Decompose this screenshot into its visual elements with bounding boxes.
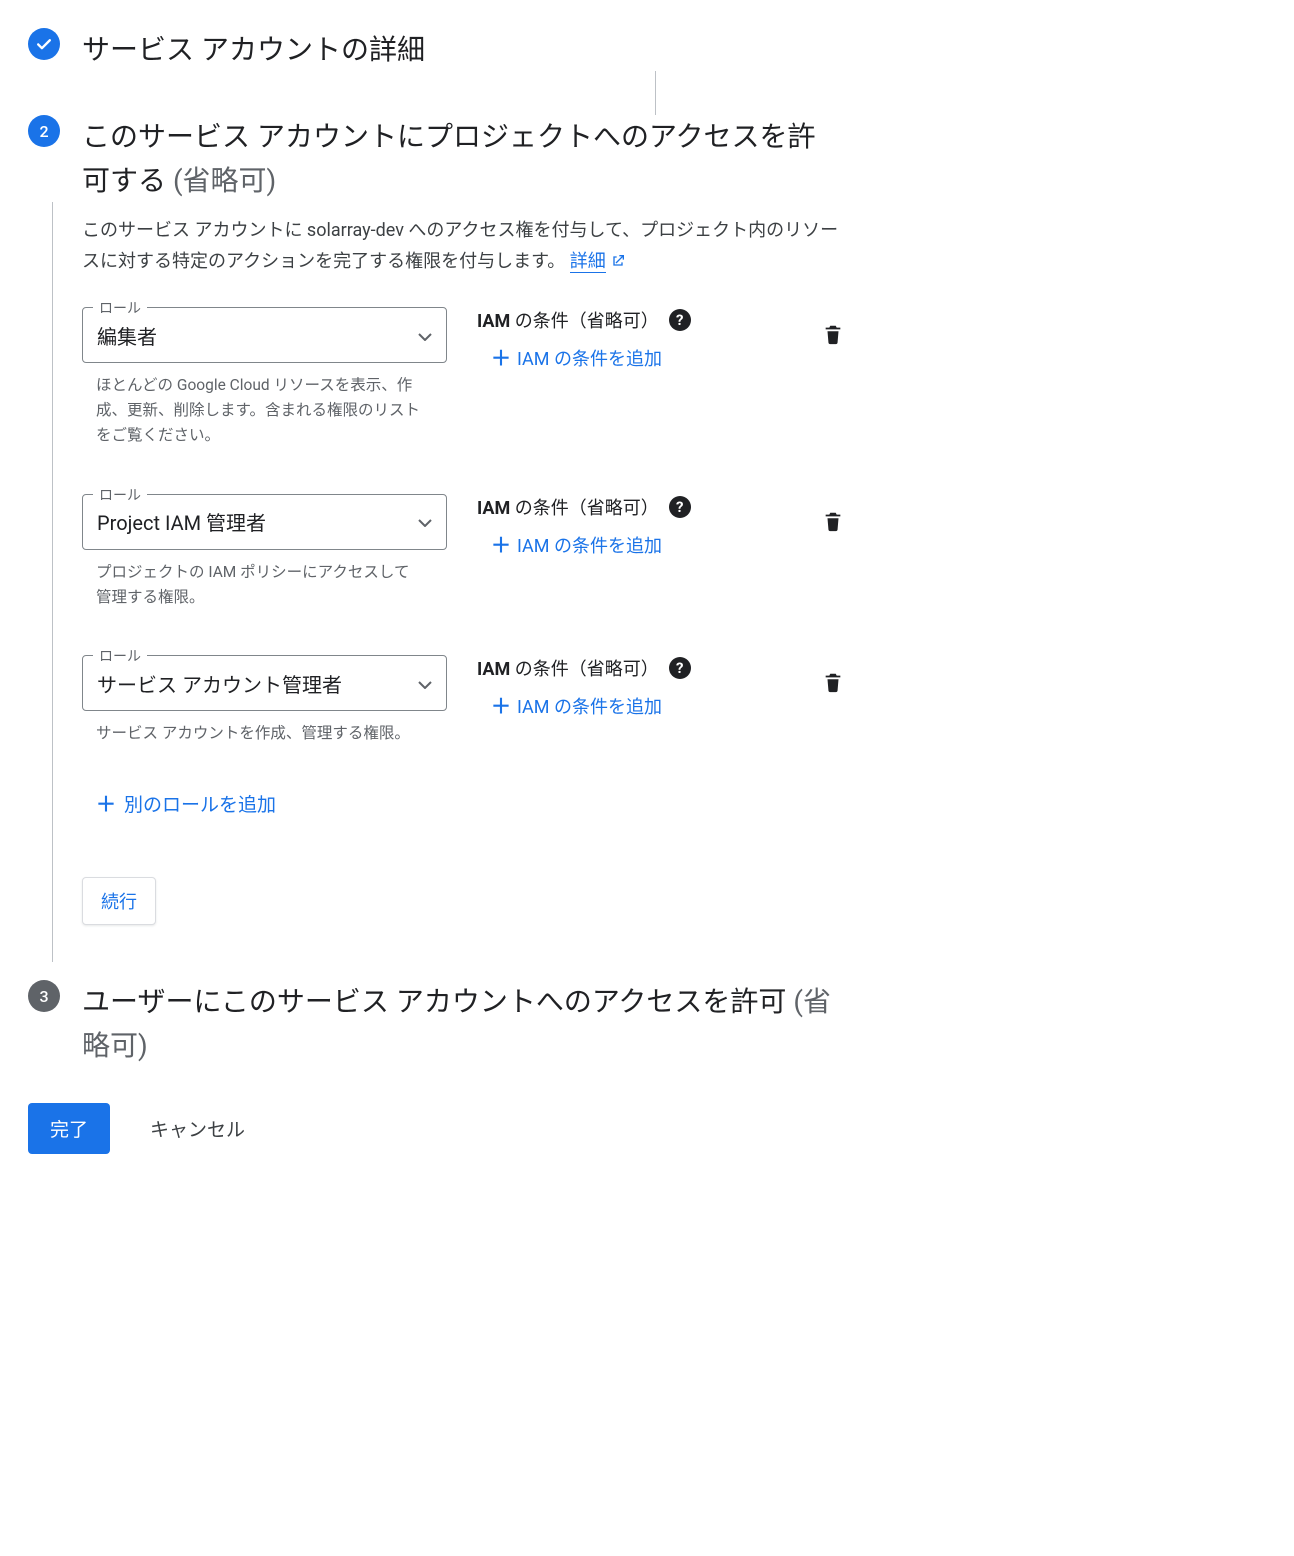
chevron-down-icon [418,326,432,345]
continue-button[interactable]: 続行 [82,877,156,925]
delete-role-icon[interactable] [822,519,844,538]
plus-icon: ＋ [491,696,511,716]
role-select-label: ロール [93,485,147,505]
role-helper-text: プロジェクトの IAM ポリシーにアクセスして管理する権限。 [82,550,427,610]
step3-title: ユーザーにこのサービス アカウントへのアクセスを許可 (省略可) [82,980,842,1067]
help-icon[interactable]: ? [669,309,691,331]
iam-condition-label: IAM の条件（省略可） ? [477,494,747,520]
plus-icon: ＋ [491,348,511,368]
role-select-label: ロール [93,298,147,318]
chevron-down-icon [418,512,432,531]
step1-title: サービス アカウントの詳細 [82,28,425,71]
external-link-icon [610,249,626,280]
role-helper-text: サービス アカウントを作成、管理する権限。 [82,711,427,746]
role-select-value: Project IAM 管理者 [97,507,418,536]
role-helper-text: ほとんどの Google Cloud リソースを表示、作成、更新、削除します。含… [82,363,427,447]
help-icon[interactable]: ? [669,496,691,518]
cancel-button[interactable]: キャンセル [150,1115,245,1142]
role-select-2[interactable]: ロール サービス アカウント管理者 [82,655,447,711]
role-select-value: サービス アカウント管理者 [97,669,418,698]
chevron-down-icon [418,674,432,693]
delete-role-icon[interactable] [822,332,844,351]
iam-condition-label: IAM の条件（省略可） ? [477,655,747,681]
add-another-role-button[interactable]: ＋ 別のロールを追加 [96,790,276,817]
step2-title: このサービス アカウントにプロジェクトへのアクセスを許可する (省略可) [82,115,842,202]
step3-number-icon: 3 [28,980,60,1012]
done-button[interactable]: 完了 [28,1103,110,1154]
step2-description: このサービス アカウントに solarray-dev へのアクセス権を付与して、… [82,216,850,279]
iam-condition-label: IAM の条件（省略可） ? [477,307,747,333]
learn-more-link[interactable]: 詳細 [570,251,606,273]
add-iam-condition-button[interactable]: ＋ IAM の条件を追加 [491,693,747,719]
plus-icon: ＋ [491,535,511,555]
plus-icon: ＋ [96,794,116,814]
delete-role-icon[interactable] [822,680,844,699]
add-iam-condition-button[interactable]: ＋ IAM の条件を追加 [491,345,747,371]
role-select-1[interactable]: ロール Project IAM 管理者 [82,494,447,550]
help-icon[interactable]: ? [669,657,691,679]
role-select-value: 編集者 [97,321,418,350]
add-iam-condition-button[interactable]: ＋ IAM の条件を追加 [491,532,747,558]
role-select-0[interactable]: ロール 編集者 [82,307,447,363]
role-select-label: ロール [93,646,147,666]
step2-number-icon: 2 [28,115,60,147]
step1-check-icon [28,28,60,60]
